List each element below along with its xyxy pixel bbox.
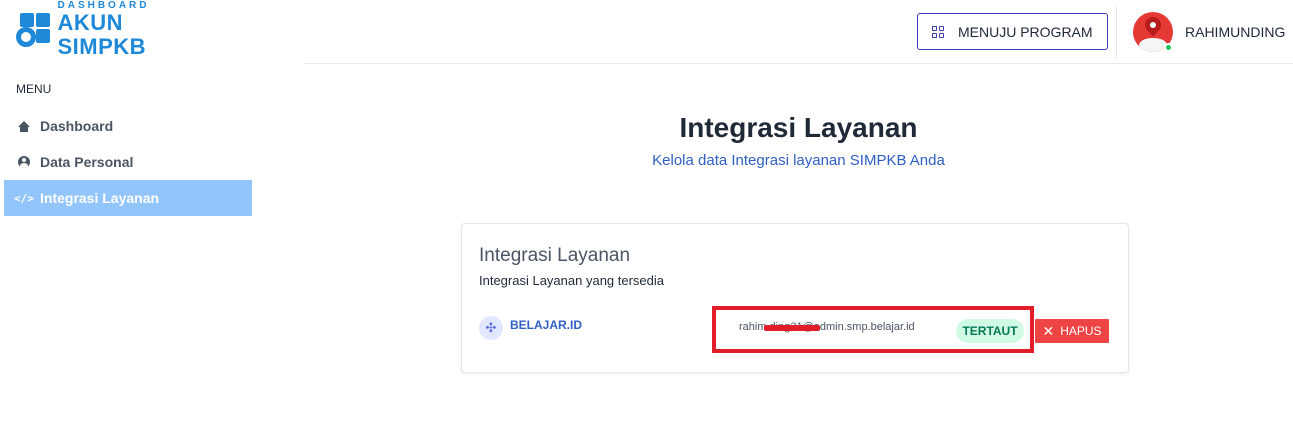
username[interactable]: RAHIMUNDING [1185, 24, 1285, 40]
sidebar-item-label: Data Personal [40, 154, 134, 170]
header-separator [1116, 6, 1117, 58]
card-title: Integrasi Layanan [479, 245, 631, 266]
sidebar-item-integrasi-layanan[interactable]: </> Integrasi Layanan [4, 180, 252, 216]
card-subtitle: Integrasi Layanan yang tersedia [479, 273, 665, 288]
logo-title: AKUN SIMPKB [57, 9, 147, 59]
online-status-dot [1164, 43, 1173, 52]
redaction-mark [764, 325, 820, 331]
user-circle-icon [16, 156, 32, 168]
service-name[interactable]: BELAJAR.ID [510, 318, 582, 332]
sidebar-item-dashboard[interactable]: Dashboard [4, 108, 252, 144]
menuju-program-label: MENUJU PROGRAM [958, 23, 1093, 40]
logo[interactable]: DASHBOARD AKUN SIMPKB [16, 0, 216, 58]
hapus-button[interactable]: ✕ HAPUS [1035, 319, 1109, 343]
page-title: Integrasi Layanan [679, 112, 918, 143]
page: DASHBOARD AKUN SIMPKB MENUJU PROGRAM RAH… [0, 0, 1293, 424]
sidebar-item-data-personal[interactable]: Data Personal [4, 144, 252, 180]
logo-mark-icon [16, 11, 52, 47]
integration-card: Integrasi Layanan Integrasi Layanan yang… [461, 223, 1129, 373]
page-subtitle: Kelola data Integrasi layanan SIMPKB And… [652, 152, 945, 169]
sidebar-item-label: Dashboard [40, 118, 114, 134]
menu-label: MENU [16, 82, 52, 96]
puzzle-icon: ✣ [479, 316, 503, 340]
grid-icon [932, 25, 944, 38]
menuju-program-button[interactable]: MENUJU PROGRAM [917, 13, 1108, 50]
sidebar-item-label: Integrasi Layanan [40, 190, 160, 206]
home-icon [16, 120, 32, 132]
code-icon: </> [14, 191, 34, 205]
hapus-label: HAPUS [1060, 324, 1102, 338]
header-divider [304, 63, 1293, 64]
status-badge: TERTAUT [956, 319, 1024, 343]
logo-subtitle: DASHBOARD [57, 0, 150, 11]
close-icon: ✕ [1042, 322, 1055, 339]
